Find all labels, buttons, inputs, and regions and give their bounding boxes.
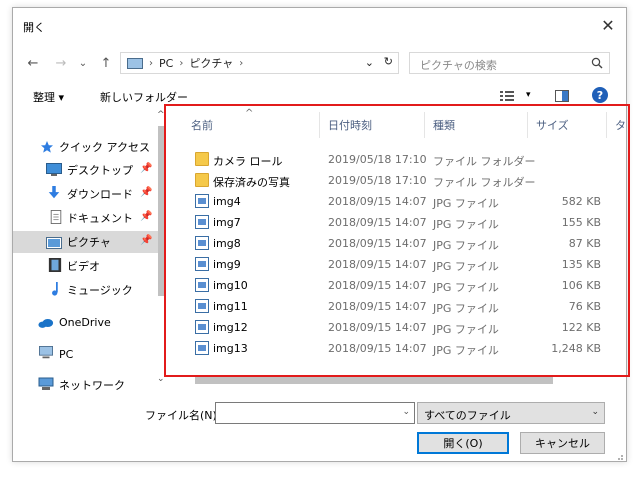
horizontal-scroll-thumb[interactable] — [195, 377, 553, 384]
sidebar-item-onedrive[interactable]: OneDrive — [13, 311, 158, 333]
sidebar-item-label: ドキュメント — [67, 212, 133, 225]
close-icon: ✕ — [601, 15, 615, 35]
network-icon — [38, 377, 54, 390]
refresh-icon[interactable]: ↻ — [384, 55, 393, 68]
search-icon[interactable] — [591, 57, 603, 69]
open-button[interactable]: 開く(O) — [417, 432, 509, 454]
breadcrumb-separator: › — [239, 57, 244, 69]
navigation-bar: ← → ⌄ ↑ › PC › ピクチャ › ⌄ ↻ ピクチャの検索 — [13, 48, 626, 78]
address-dropdown-icon[interactable]: ⌄ — [365, 56, 374, 69]
sidebar-item-label: PC — [59, 347, 74, 361]
sidebar-item-desktop[interactable]: デスクトップ 📌 — [13, 159, 158, 181]
sidebar-item-label: クイック アクセス — [59, 141, 150, 154]
breadcrumb-pc[interactable]: PC — [159, 57, 173, 70]
help-icon[interactable]: ? — [592, 87, 608, 103]
organize-button[interactable]: 整理 ▾ — [33, 89, 64, 105]
computer-icon — [39, 346, 53, 359]
sidebar-item-downloads[interactable]: ダウンロード 📌 — [13, 183, 158, 205]
sidebar-item-label: ネットワーク — [59, 379, 125, 392]
view-dropdown-icon[interactable]: ▾ — [526, 90, 531, 100]
title-bar: 開く ✕ — [13, 8, 626, 42]
computer-icon — [127, 57, 143, 69]
sidebar-item-label: ピクチャ — [67, 236, 111, 249]
close-button[interactable]: ✕ — [596, 13, 620, 37]
up-button[interactable]: ↑ — [97, 53, 115, 73]
file-type-filter-select[interactable]: すべてのファイル ⌄ — [417, 402, 605, 424]
address-bar[interactable]: › PC › ピクチャ › ⌄ ↻ — [120, 52, 399, 74]
filename-input[interactable]: ⌄ — [215, 402, 415, 424]
sidebar-item-quick-access[interactable]: クイック アクセス — [13, 136, 158, 158]
sidebar-item-label: ミュージック — [67, 284, 133, 297]
pin-icon[interactable]: 📌 — [140, 211, 152, 222]
sidebar-item-label: デスクトップ — [67, 164, 133, 177]
sidebar-item-label: OneDrive — [59, 315, 111, 329]
search-placeholder: ピクチャの検索 — [420, 59, 497, 72]
arrow-left-icon: ← — [27, 55, 39, 71]
desktop-icon — [46, 163, 62, 176]
file-type-filter-value: すべてのファイル — [424, 409, 511, 422]
dialog-footer: ファイル名(N): ⌄ すべてのファイル ⌄ 開く(O) キャンセル — [13, 393, 626, 463]
breadcrumb-separator: › — [179, 57, 184, 69]
cancel-button[interactable]: キャンセル — [520, 432, 605, 454]
download-icon — [48, 186, 60, 199]
document-icon — [50, 210, 62, 224]
sidebar-item-pc[interactable]: PC — [13, 343, 158, 365]
chevron-down-icon: ⌄ — [78, 57, 88, 69]
chevron-down-icon: ⌄ — [591, 407, 599, 417]
chevron-down-icon[interactable]: ⌄ — [402, 407, 410, 417]
pin-icon[interactable]: 📌 — [140, 163, 152, 174]
preview-pane-icon[interactable] — [555, 90, 569, 102]
navigation-pane: クイック アクセス デスクトップ 📌 ダウンロード 📌 ドキュメント 📌 ピクチ… — [13, 110, 168, 392]
back-button[interactable]: ← — [23, 53, 43, 73]
recent-locations-button[interactable]: ⌄ — [77, 53, 89, 73]
video-icon — [48, 258, 62, 272]
pin-icon[interactable]: 📌 — [140, 187, 152, 198]
music-icon — [52, 282, 58, 296]
pin-icon[interactable]: 📌 — [140, 235, 152, 246]
resize-grip-icon[interactable] — [614, 451, 624, 461]
pictures-icon — [46, 237, 62, 249]
highlight-annotation-box — [164, 104, 630, 377]
sidebar-item-videos[interactable]: ビデオ — [13, 255, 158, 277]
sidebar-item-documents[interactable]: ドキュメント 📌 — [13, 207, 158, 229]
cloud-icon — [38, 319, 54, 328]
sidebar-item-pictures[interactable]: ピクチャ 📌 — [13, 231, 158, 253]
view-options-icon[interactable] — [500, 91, 514, 101]
organize-label: 整理 — [33, 91, 55, 104]
star-icon — [41, 141, 53, 153]
breadcrumb-pictures[interactable]: ピクチャ — [189, 55, 233, 71]
filename-label: ファイル名(N): — [145, 409, 221, 422]
forward-button[interactable]: → — [51, 53, 71, 73]
caret-down-icon: ▾ — [58, 91, 65, 104]
sidebar-item-label: ダウンロード — [67, 188, 133, 201]
sidebar-item-label: ビデオ — [67, 260, 100, 273]
arrow-right-icon: → — [55, 55, 67, 71]
new-folder-button[interactable]: 新しいフォルダー — [100, 89, 188, 105]
sidebar-item-music[interactable]: ミュージック — [13, 279, 158, 301]
arrow-up-icon: ↑ — [100, 55, 112, 71]
search-box[interactable]: ピクチャの検索 — [409, 52, 610, 74]
breadcrumb-separator: › — [149, 57, 153, 69]
dialog-title: 開く — [23, 21, 45, 34]
